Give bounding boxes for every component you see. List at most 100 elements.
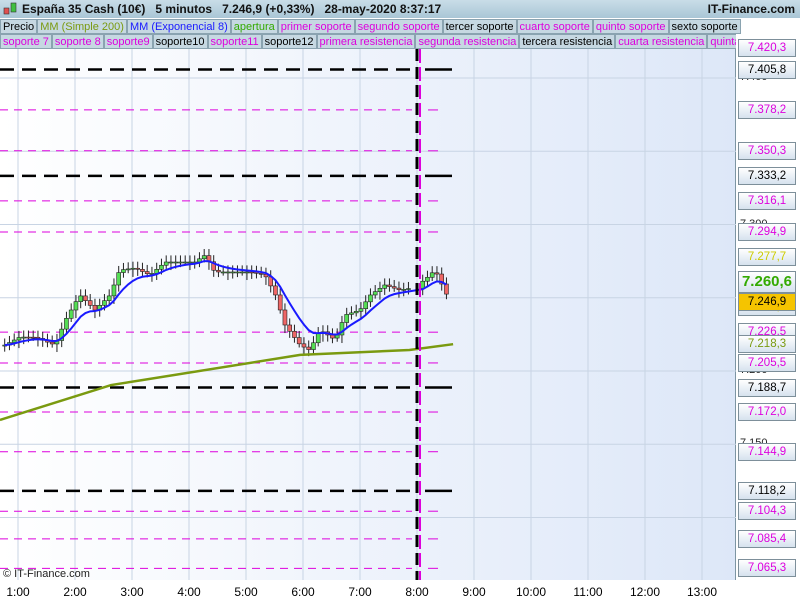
title-bar: España 35 Cash (10€) 5 minutos 7.246,9 (…	[0, 0, 800, 18]
legend-item[interactable]: tercera resistencia	[519, 34, 616, 49]
candle	[401, 289, 407, 291]
candle	[78, 295, 83, 302]
price-level-label: 7.405,8	[738, 60, 796, 79]
candle	[358, 308, 364, 312]
price-level-label: 7.350,3	[738, 141, 796, 160]
legend-item[interactable]: soporte 7	[0, 34, 52, 49]
legend-row-1: Precio MM (Simple 200) MM (Exponencial 8) a…	[0, 19, 741, 34]
candle	[311, 342, 316, 350]
candle	[225, 271, 231, 274]
candle	[353, 311, 359, 314]
candle	[178, 261, 183, 264]
candle	[220, 271, 226, 274]
candle	[244, 271, 250, 274]
candle	[87, 300, 93, 306]
price-level-label: 7.218,3	[738, 335, 796, 354]
candle	[434, 272, 440, 275]
candle	[382, 284, 388, 289]
legend-item[interactable]: soporte9	[103, 34, 153, 49]
time-axis[interactable]: 1:00 2:00 3:00 4:00 5:00 6:00 7:00 8:00 9:00 10:0…	[0, 580, 736, 600]
candle	[258, 273, 264, 275]
price-level-label: 7.316,1	[738, 191, 796, 210]
legend-item[interactable]: cuarto soporte	[516, 19, 593, 34]
candle	[135, 267, 140, 270]
legend-item[interactable]: tercer soporte	[442, 19, 517, 34]
legend-item[interactable]: quinto soporte	[592, 19, 669, 34]
candle	[73, 301, 79, 311]
candle	[273, 285, 278, 296]
price-chart[interactable]: © IT-Finance.com	[0, 4, 736, 592]
candle	[444, 283, 449, 295]
legend-item[interactable]: MM (Exponencial 8)	[126, 19, 231, 34]
legend-item[interactable]: soporte 8	[51, 34, 104, 49]
candle	[349, 312, 354, 315]
candlestick-logo-icon	[3, 2, 17, 15]
legend-item[interactable]: sexto soporte	[668, 19, 741, 34]
legend-item[interactable]: apertura	[230, 19, 278, 34]
candle	[391, 286, 397, 289]
price-level-label: 7.144,9	[738, 442, 796, 461]
time-tick-label: 6:00	[291, 585, 315, 599]
candle	[26, 336, 31, 339]
candle	[83, 295, 88, 301]
time-tick-label: 8:00	[405, 585, 429, 599]
legend-item[interactable]: soporte10	[152, 34, 208, 49]
candle	[102, 300, 107, 306]
candle	[287, 324, 293, 332]
legend-item[interactable]: primera resistencia	[316, 34, 416, 49]
price-level-label: 7.246,9	[738, 293, 796, 312]
candle	[277, 294, 283, 311]
price-level-label: 7.065,3	[738, 559, 796, 578]
candle	[116, 272, 121, 286]
price-axis[interactable]: 7.4007.3007.2007.1507.1007.420,37.405,87…	[736, 34, 800, 600]
time-tick-label: 12:00	[629, 585, 661, 599]
price-level-label: 7.205,5	[738, 353, 796, 372]
candle	[121, 269, 126, 273]
time-tick-label: 4:00	[177, 585, 201, 599]
candle	[201, 255, 207, 260]
candle	[239, 271, 245, 274]
legend-item[interactable]: Precio	[0, 19, 38, 34]
instrument-title: España 35 Cash (10€) 5 minutos 7.246,9 (…	[22, 2, 442, 16]
legend-item[interactable]: soporte12	[261, 34, 317, 49]
candle	[182, 261, 188, 264]
chart-canvas	[0, 4, 736, 592]
candle	[282, 309, 288, 326]
legend-item[interactable]: cuarta resistencia	[615, 34, 708, 49]
candle	[377, 288, 383, 292]
price-level-label: 7.333,2	[738, 166, 796, 185]
price-level-label: 7.420,3	[738, 39, 796, 58]
candle	[49, 341, 55, 345]
legend-item[interactable]: segundo soporte	[354, 19, 443, 34]
candle	[111, 284, 117, 297]
legend-item[interactable]: soporte11	[207, 34, 262, 49]
candle	[35, 336, 41, 339]
legend-item[interactable]: primer soporte	[277, 19, 355, 34]
sma200-line	[0, 342, 454, 422]
copyright-label: © IT-Finance.com	[3, 568, 90, 580]
time-tick-label: 13:00	[686, 585, 718, 599]
price-level-label: 7.104,3	[738, 502, 796, 521]
legend-item[interactable]: segunda resistencia	[415, 34, 520, 49]
candle	[163, 261, 169, 266]
candle	[68, 309, 74, 319]
candle	[368, 294, 373, 303]
price-level-label: 7.294,9	[738, 222, 796, 241]
candle	[16, 337, 22, 341]
candle	[363, 301, 369, 309]
price-level-label: 7.085,4	[738, 529, 796, 548]
candle	[396, 287, 402, 290]
candle	[315, 333, 321, 344]
price-level-label: 7.118,2	[738, 481, 796, 500]
legend-row-2: soporte 7 soporte 8 soporte9 soporte10 sopor…	[0, 34, 751, 49]
legend-item[interactable]: MM (Simple 200)	[37, 19, 127, 34]
candle	[330, 334, 335, 339]
candle	[130, 267, 136, 270]
time-tick-label: 11:00	[573, 585, 603, 599]
candle	[344, 314, 350, 323]
time-tick-label: 9:00	[462, 585, 486, 599]
time-tick-label: 5:00	[234, 585, 258, 599]
candle	[429, 272, 435, 278]
time-tick-label: 3:00	[120, 585, 144, 599]
candle	[216, 269, 221, 273]
